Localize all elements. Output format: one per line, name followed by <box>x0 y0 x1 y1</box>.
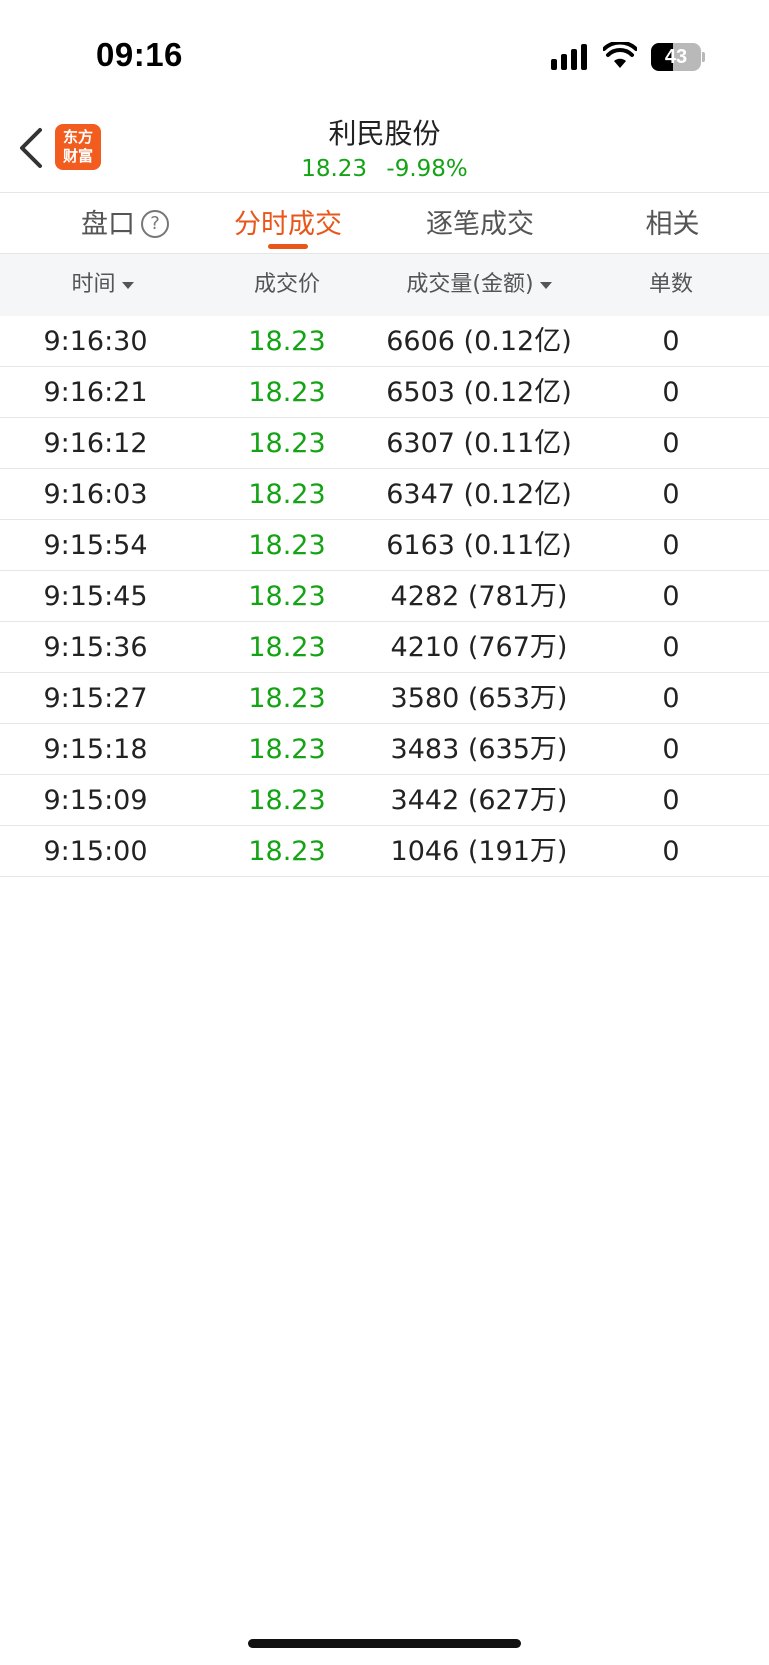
stock-quote: 18.23 -9.98% <box>0 156 769 182</box>
cell-price: 18.23 <box>248 785 326 816</box>
cell-count: 0 <box>662 530 680 561</box>
cell-price: 18.23 <box>248 632 326 663</box>
cell-time: 9:15:54 <box>43 530 148 561</box>
cell-volume: 1046 (191万) <box>390 836 568 867</box>
wifi-icon <box>603 42 637 68</box>
table-row: 9:15:36 18.23 4210 (767万) 0 <box>0 622 769 673</box>
cell-volume: 3580 (653万) <box>390 683 568 714</box>
tab-time-trades[interactable]: 分时成交 <box>218 203 358 247</box>
sort-caret-icon <box>121 281 134 289</box>
cell-time: 9:15:18 <box>43 734 148 765</box>
cell-time: 9:16:30 <box>43 326 148 357</box>
battery-level: 43 <box>664 46 688 68</box>
cell-time: 9:16:03 <box>43 479 148 510</box>
cell-price: 18.23 <box>248 428 326 459</box>
cell-volume: 6307 (0.11亿) <box>386 428 572 459</box>
cell-volume: 6347 (0.12亿) <box>386 479 572 510</box>
status-time: 09:16 <box>96 36 183 73</box>
cell-price: 18.23 <box>248 530 326 561</box>
stock-price: 18.23 <box>301 156 368 182</box>
cell-price: 18.23 <box>248 581 326 612</box>
tab-related[interactable]: 相关 <box>625 203 720 247</box>
cell-count: 0 <box>662 836 680 867</box>
tab-bar: 盘口? 分时成交 逐笔成交 相关 <box>0 193 769 253</box>
cell-volume: 6503 (0.12亿) <box>386 377 572 408</box>
table-row: 9:16:21 18.23 6503 (0.12亿) 0 <box>0 367 769 418</box>
cell-volume: 3483 (635万) <box>390 734 568 765</box>
column-header-time[interactable]: 时间 <box>0 254 205 316</box>
tab-pankou[interactable]: 盘口? <box>60 203 190 247</box>
help-icon[interactable]: ? <box>141 209 169 238</box>
cell-price: 18.23 <box>248 377 326 408</box>
cell-price: 18.23 <box>248 683 326 714</box>
cell-count: 0 <box>662 377 680 408</box>
status-bar: 09:16 43 <box>0 0 769 100</box>
cell-volume: 6606 (0.12亿) <box>386 326 572 357</box>
table-row: 9:15:45 18.23 4282 (781万) 0 <box>0 571 769 622</box>
table-row: 9:15:09 18.23 3442 (627万) 0 <box>0 775 769 826</box>
sort-caret-icon <box>539 281 552 289</box>
trades-list: 9:16:30 18.23 6606 (0.12亿) 0 9:16:21 18.23 650… <box>0 316 769 877</box>
cell-count: 0 <box>662 683 680 714</box>
cell-volume: 4210 (767万) <box>390 632 568 663</box>
column-header-volume[interactable]: 成交量(金额) <box>383 254 575 316</box>
cell-count: 0 <box>662 785 680 816</box>
cell-count: 0 <box>662 326 680 357</box>
cell-count: 0 <box>662 581 680 612</box>
column-header-count: 单数 <box>648 272 693 297</box>
cell-time: 9:15:27 <box>43 683 148 714</box>
cell-time: 9:16:12 <box>43 428 148 459</box>
table-row: 9:15:27 18.23 3580 (653万) 0 <box>0 673 769 724</box>
cell-count: 0 <box>662 479 680 510</box>
table-row: 9:15:18 18.23 3483 (635万) 0 <box>0 724 769 775</box>
stock-change-pct: -9.98% <box>386 156 468 182</box>
cell-price: 18.23 <box>248 734 326 765</box>
cell-time: 9:15:00 <box>43 836 148 867</box>
battery-icon: 43 <box>651 43 705 71</box>
active-tab-indicator <box>268 244 308 249</box>
cell-volume: 4282 (781万) <box>390 581 568 612</box>
table-row: 9:15:00 18.23 1046 (191万) 0 <box>0 826 769 877</box>
cell-count: 0 <box>662 428 680 459</box>
home-indicator[interactable] <box>248 1639 521 1648</box>
cell-price: 18.23 <box>248 479 326 510</box>
cell-time: 9:15:36 <box>43 632 148 663</box>
cell-volume: 6163 (0.11亿) <box>386 530 572 561</box>
cell-time: 9:16:21 <box>43 377 148 408</box>
cell-count: 0 <box>662 632 680 663</box>
signal-icon <box>551 44 587 70</box>
app-screen: 09:16 43 东方 财富 利民股份 18.23 -9.98% 盘口 ? 分时… <box>0 0 769 1665</box>
column-header-price: 成交价 <box>253 272 320 297</box>
table-row: 9:16:30 18.23 6606 (0.12亿) 0 <box>0 316 769 367</box>
table-header: 时间 成交价 成交量(金额) 单数 <box>0 254 769 316</box>
table-row: 9:16:12 18.23 6307 (0.11亿) 0 <box>0 418 769 469</box>
cell-time: 9:15:09 <box>43 785 148 816</box>
tab-label: 盘口 <box>81 209 135 240</box>
nav-header: 东方 财富 利民股份 18.23 -9.98% <box>0 100 769 192</box>
cell-price: 18.23 <box>248 326 326 357</box>
cell-count: 0 <box>662 734 680 765</box>
tab-tick-trades[interactable]: 逐笔成交 <box>405 203 555 247</box>
table-row: 9:16:03 18.23 6347 (0.12亿) 0 <box>0 469 769 520</box>
table-row: 9:15:54 18.23 6163 (0.11亿) 0 <box>0 520 769 571</box>
stock-name: 利民股份 <box>328 117 441 150</box>
cell-time: 9:15:45 <box>43 581 148 612</box>
cell-price: 18.23 <box>248 836 326 867</box>
cell-volume: 3442 (627万) <box>390 785 568 816</box>
